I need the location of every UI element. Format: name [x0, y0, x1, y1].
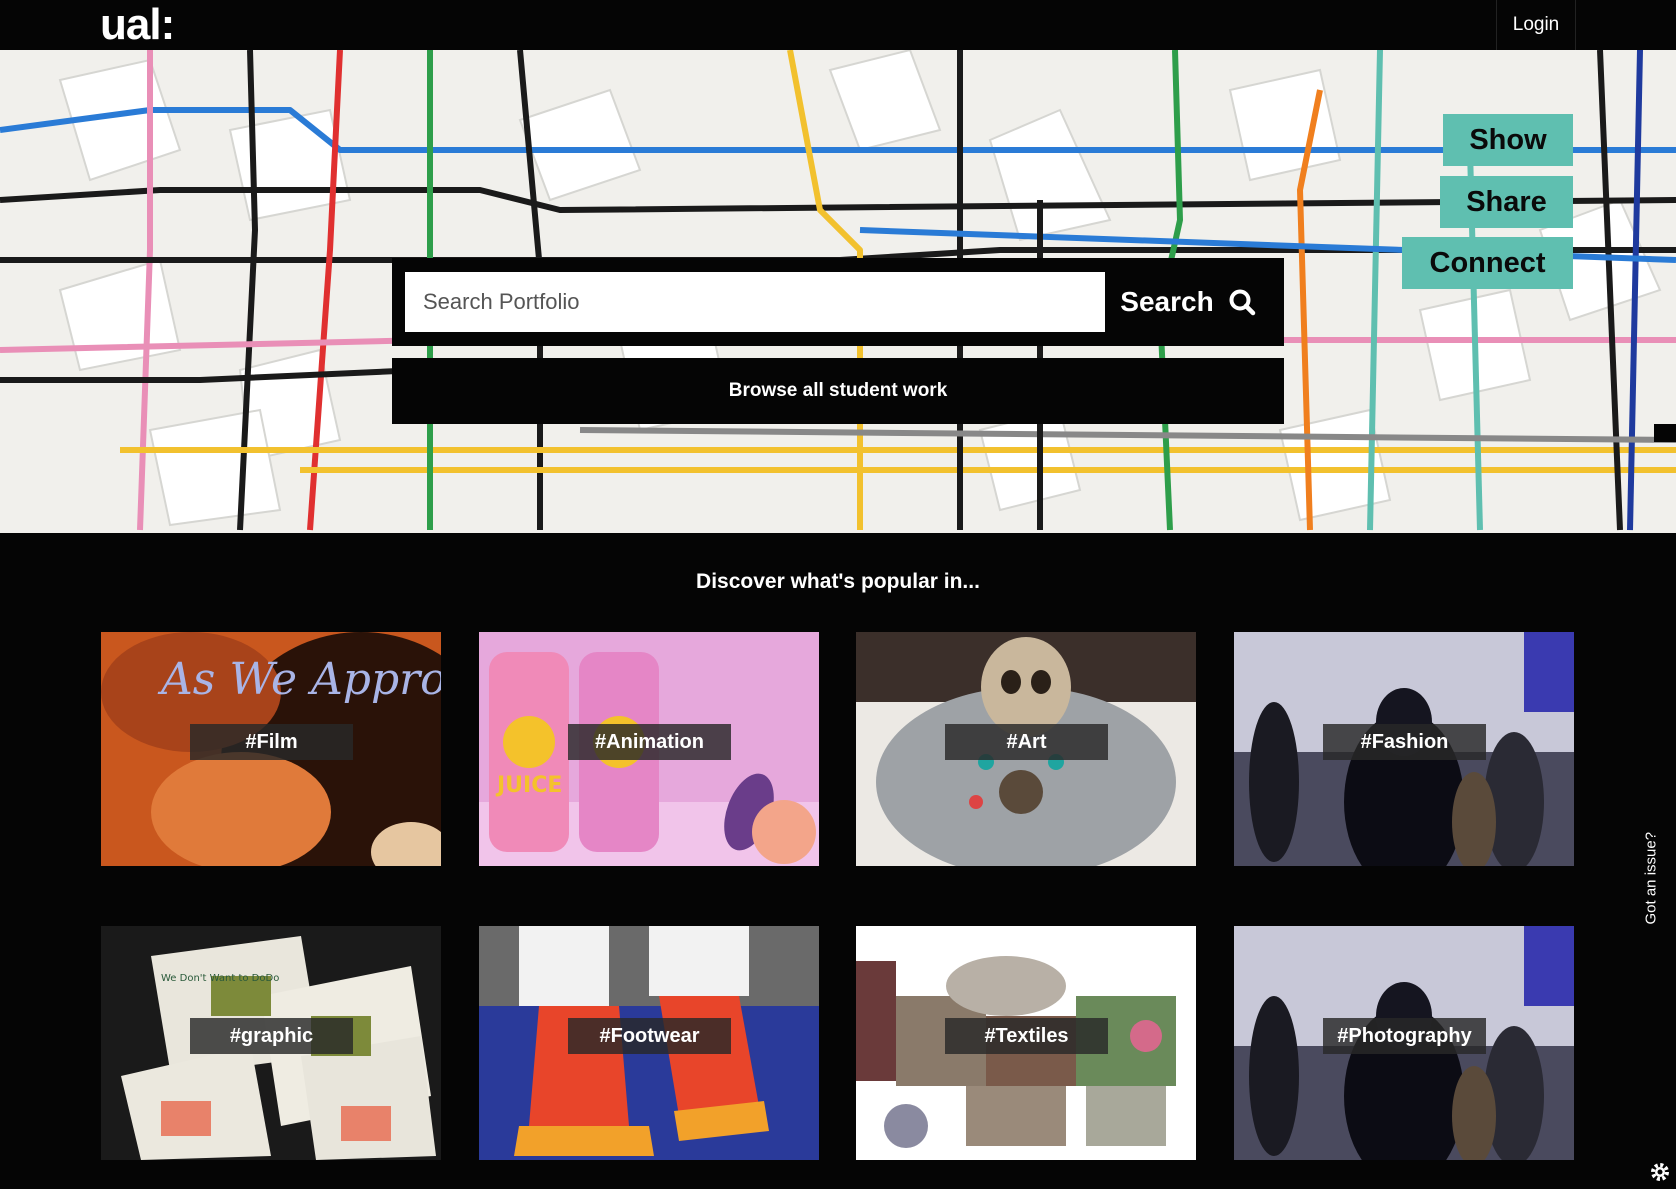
discover-heading: Discover what's popular in... — [696, 570, 980, 593]
tile-art[interactable]: #Art — [856, 632, 1196, 866]
graphic-image-text: We Don't Want to DoDo — [161, 973, 279, 984]
tile-fashion[interactable]: #Fashion — [1234, 632, 1574, 866]
tile-film[interactable]: As We Approach #Film — [101, 632, 441, 866]
gear-icon[interactable] — [1648, 1160, 1672, 1184]
search-button[interactable]: Search — [1106, 272, 1270, 332]
top-bar: ual: Login — [0, 0, 1676, 50]
tile-animation[interactable]: JUICE #Animation — [479, 632, 819, 866]
got-an-issue-label: Got an issue? — [1642, 831, 1660, 925]
film-image-text: As We Approach — [157, 654, 441, 705]
tag-animation: #Animation — [568, 724, 731, 760]
tile-graphic[interactable]: We Don't Want to DoDo #graphic — [101, 926, 441, 1160]
tile-photography[interactable]: #Photography — [1234, 926, 1574, 1160]
tag-textiles: #Textiles — [945, 1018, 1108, 1054]
share-button[interactable]: Share — [1440, 176, 1573, 228]
search-icon — [1229, 289, 1255, 316]
ual-logo[interactable]: ual: — [100, 2, 175, 48]
show-button[interactable]: Show — [1443, 114, 1573, 166]
login-button[interactable]: Login — [1496, 0, 1576, 50]
tag-fashion: #Fashion — [1323, 724, 1486, 760]
got-an-issue-tab[interactable]: Got an issue? — [1631, 800, 1671, 940]
tag-graphic: #graphic — [190, 1018, 353, 1054]
tag-film: #Film — [190, 724, 353, 760]
search-button-label: Search — [1120, 286, 1214, 317]
tag-footwear: #Footwear — [568, 1018, 731, 1054]
connect-button[interactable]: Connect — [1402, 237, 1573, 289]
browse-all-button[interactable]: Browse all student work — [392, 358, 1284, 424]
tag-photography: #Photography — [1323, 1018, 1486, 1054]
tag-art: #Art — [945, 724, 1108, 760]
tile-footwear[interactable]: #Footwear — [479, 926, 819, 1160]
search-bar: Search — [392, 258, 1284, 346]
animation-image-text: JUICE — [495, 773, 562, 798]
tile-textiles[interactable]: #Textiles — [856, 926, 1196, 1160]
side-feedback-tab[interactable] — [1654, 424, 1676, 442]
search-input[interactable] — [405, 272, 1105, 332]
